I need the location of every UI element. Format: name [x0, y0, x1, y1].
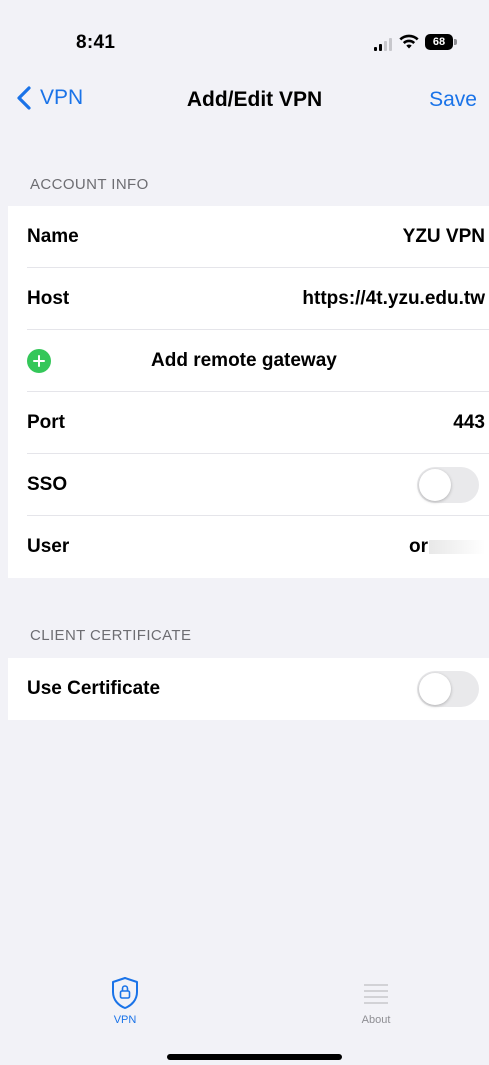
host-label: Host [27, 288, 70, 309]
navigation-bar: VPN Add/Edit VPN Save [0, 72, 489, 128]
name-label: Name [27, 226, 79, 247]
use-certificate-toggle[interactable] [417, 671, 479, 707]
use-certificate-row: Use Certificate [8, 658, 489, 720]
page-title: Add/Edit VPN [186, 88, 323, 111]
tab-vpn-label: VPN [113, 1014, 137, 1026]
host-row[interactable]: Host https://4t.yzu.edu.tw [8, 268, 489, 330]
add-remote-gateway-row[interactable]: Add remote gateway [8, 330, 489, 392]
tab-vpn[interactable]: VPN [85, 976, 165, 1026]
user-row[interactable]: User or [8, 516, 489, 578]
port-value[interactable]: 443 [453, 412, 485, 434]
screen: 8:41 68 VPN Add/Edit VPN Save ACCOUNT IN… [0, 0, 489, 1065]
use-certificate-label: Use Certificate [27, 678, 161, 699]
sso-label: SSO [27, 474, 68, 495]
host-value[interactable]: https://4t.yzu.edu.tw [302, 288, 485, 310]
wifi-icon [399, 34, 419, 49]
redacted-text [429, 540, 485, 554]
home-indicator[interactable] [167, 1054, 342, 1060]
account-info-header: ACCOUNT INFO [30, 176, 149, 193]
port-row[interactable]: Port 443 [8, 392, 489, 454]
cellular-signal-icon [374, 37, 396, 51]
sso-row: SSO [8, 454, 489, 516]
status-bar: 8:41 68 [0, 0, 489, 72]
account-info-group: Name YZU VPN Host https://4t.yzu.edu.tw … [8, 206, 489, 578]
tab-bar: VPN About [0, 962, 489, 1065]
tab-about-label: About [361, 1014, 391, 1026]
battery-icon: 68 [425, 34, 457, 50]
name-row[interactable]: Name YZU VPN [8, 206, 489, 268]
user-label: User [27, 536, 70, 557]
status-time: 8:41 [76, 32, 116, 53]
port-label: Port [27, 412, 65, 433]
add-remote-gateway-label[interactable]: Add remote gateway [151, 350, 337, 372]
user-value-text: or [409, 536, 428, 557]
add-circle-icon[interactable] [27, 349, 51, 373]
user-value[interactable]: or [409, 536, 485, 558]
list-icon [364, 984, 388, 1004]
shield-lock-icon [112, 977, 138, 1009]
battery-level: 68 [425, 34, 453, 50]
client-certificate-group: Use Certificate [8, 658, 489, 720]
name-value[interactable]: YZU VPN [403, 226, 485, 248]
client-certificate-header: CLIENT CERTIFICATE [30, 627, 192, 644]
sso-toggle[interactable] [417, 467, 479, 503]
tab-about[interactable]: About [336, 976, 416, 1026]
save-button[interactable]: Save [429, 88, 477, 112]
